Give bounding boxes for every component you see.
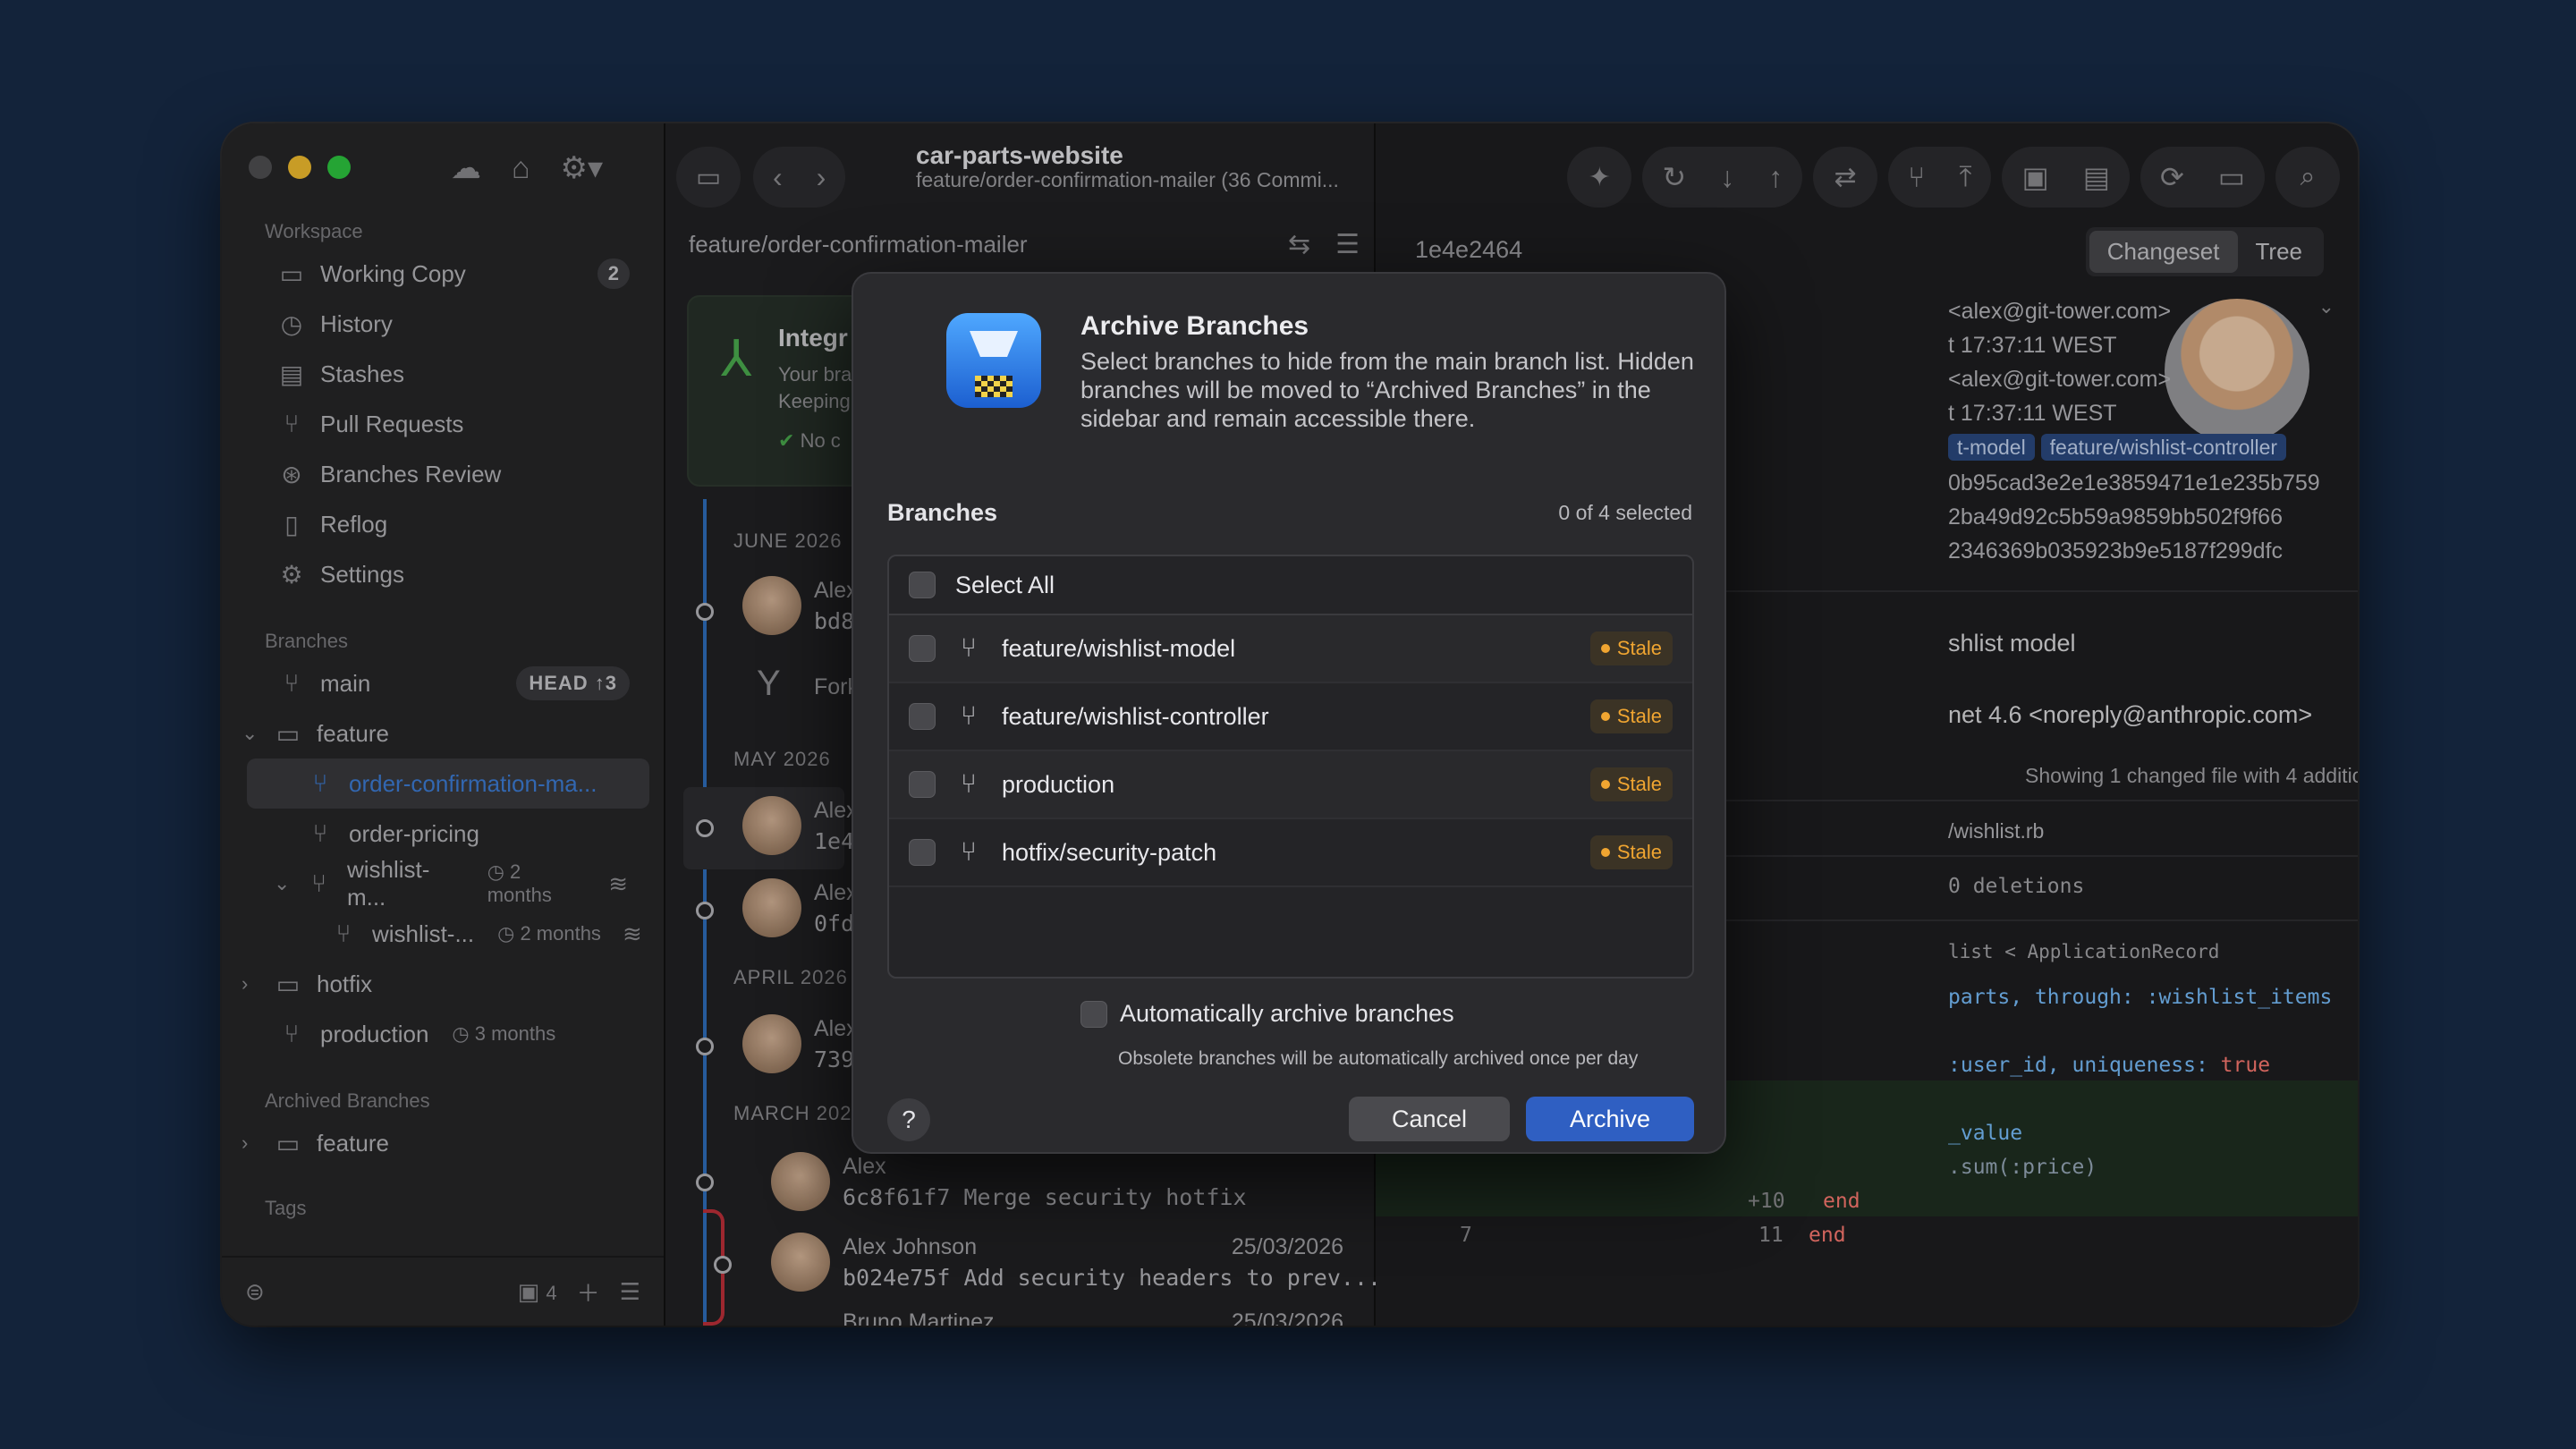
dialog-title: Archive Branches	[1080, 311, 1309, 341]
branch-name: hotfix/security-patch	[1002, 838, 1217, 866]
branch-row-hotfix-security-patch[interactable]: ⑂ hotfix/security-patch Stale	[889, 819, 1692, 887]
branch-name: production	[1002, 770, 1115, 798]
select-all-label: Select All	[955, 571, 1055, 598]
branch-checkbox[interactable]	[909, 839, 936, 866]
branches-list-title: Branches	[887, 499, 998, 526]
branches-list-header: Branches 0 of 4 selected	[887, 499, 1692, 527]
stale-label: Stale	[1616, 841, 1662, 863]
branch-icon: ⑂	[961, 837, 977, 867]
branch-row-wishlist-model[interactable]: ⑂ feature/wishlist-model Stale	[889, 615, 1692, 683]
cancel-button[interactable]: Cancel	[1349, 1097, 1510, 1141]
branch-checkbox[interactable]	[909, 703, 936, 730]
stale-label: Stale	[1616, 705, 1662, 727]
checkered-flag-shape	[975, 376, 1013, 397]
branch-name: feature/wishlist-model	[1002, 634, 1236, 662]
stale-badge: Stale	[1589, 767, 1673, 801]
branch-checkbox[interactable]	[909, 771, 936, 798]
selected-count: 0 of 4 selected	[1558, 501, 1692, 524]
branch-row-production[interactable]: ⑂ production Stale	[889, 751, 1692, 819]
stale-badge: Stale	[1589, 835, 1673, 869]
stale-label: Stale	[1616, 637, 1662, 659]
archive-branches-dialog: Archive Branches Select branches to hide…	[852, 272, 1726, 1154]
help-button[interactable]: ?	[887, 1098, 930, 1141]
branches-list: Select All ⑂ feature/wishlist-model Stal…	[887, 555, 1694, 979]
select-all-checkbox[interactable]	[909, 572, 936, 598]
stale-badge: Stale	[1589, 631, 1673, 665]
dialog-description: Select branches to hide from the main br…	[1080, 348, 1694, 432]
branch-row-wishlist-controller[interactable]: ⑂ feature/wishlist-controller Stale	[889, 683, 1692, 751]
branch-icon: ⑂	[961, 633, 977, 663]
branch-checkbox[interactable]	[909, 635, 936, 662]
stale-dot	[1600, 644, 1610, 653]
branch-name: feature/wishlist-controller	[1002, 702, 1269, 730]
select-all-row[interactable]: Select All	[889, 556, 1692, 615]
auto-archive-label: Automatically archive branches	[1120, 1000, 1454, 1027]
stale-label: Stale	[1616, 773, 1662, 795]
tower-app-icon	[946, 313, 1041, 408]
stale-dot	[1600, 712, 1610, 721]
branch-icon: ⑂	[961, 701, 977, 731]
auto-archive-hint: Obsolete branches will be automatically …	[1118, 1048, 1639, 1069]
stale-dot	[1600, 780, 1610, 789]
stale-badge: Stale	[1589, 699, 1673, 733]
auto-archive-option[interactable]: Automatically archive branches	[1080, 1000, 1454, 1028]
archive-button[interactable]: Archive	[1526, 1097, 1694, 1141]
stale-dot	[1600, 848, 1610, 857]
branch-icon: ⑂	[961, 769, 977, 799]
auto-archive-checkbox[interactable]	[1080, 1000, 1107, 1028]
